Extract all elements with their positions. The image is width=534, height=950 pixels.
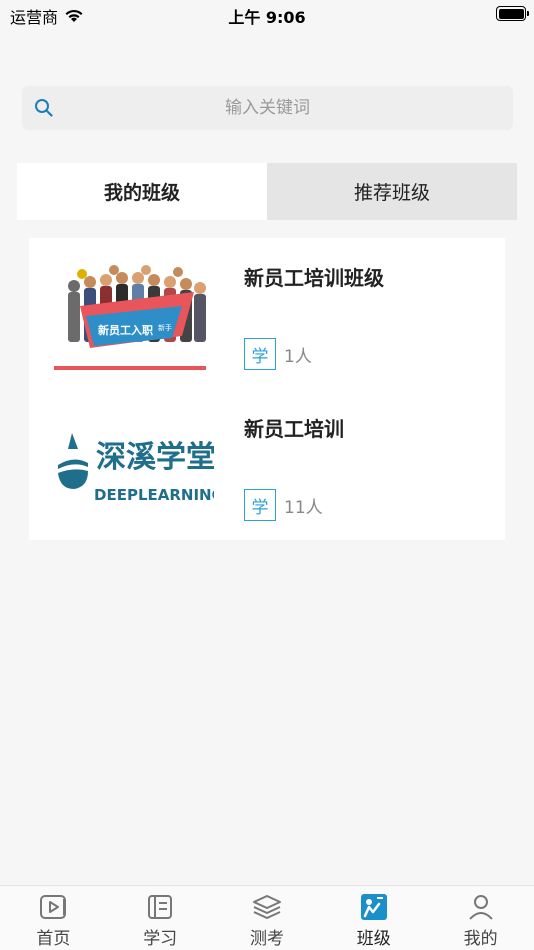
status-bar: 运营商 上午 9:06 bbox=[0, 0, 534, 28]
tabbar-label: 我的 bbox=[463, 929, 498, 949]
tabbar-item-exam[interactable]: 测考 bbox=[214, 886, 321, 950]
logo-text-cn: 深溪学堂 bbox=[96, 440, 214, 475]
tab-recommended-classes[interactable]: 推荐班级 bbox=[267, 163, 517, 220]
tabbar-item-class[interactable]: 班级 bbox=[320, 886, 427, 950]
tabbar-label: 首页 bbox=[36, 929, 71, 949]
study-badge: 学 bbox=[244, 489, 276, 521]
tabbar-label: 班级 bbox=[356, 929, 391, 949]
class-thumbnail: 深溪学堂 DEEPLEARNING bbox=[54, 407, 214, 523]
member-count: 11人 bbox=[284, 497, 323, 518]
exam-icon bbox=[251, 892, 283, 922]
tabbar-item-profile[interactable]: 我的 bbox=[427, 886, 534, 950]
list-item[interactable]: 新员工入职 新手 新员工培训班级 学 1人 bbox=[29, 238, 505, 389]
tabbar-label: 学习 bbox=[143, 929, 178, 949]
tabbar-item-home[interactable]: 首页 bbox=[0, 886, 107, 950]
search-icon[interactable] bbox=[34, 98, 54, 118]
deeplearning-logo: 深溪学堂 DEEPLEARNING bbox=[54, 407, 214, 523]
home-icon bbox=[37, 892, 69, 922]
study-icon bbox=[144, 892, 176, 922]
class-title: 新员工培训班级 bbox=[244, 266, 384, 290]
search-bar[interactable] bbox=[22, 86, 513, 130]
tab-my-classes[interactable]: 我的班级 bbox=[17, 163, 267, 220]
logo-text-en: DEEPLEARNING bbox=[94, 486, 214, 504]
profile-icon bbox=[465, 892, 497, 922]
class-tabs: 我的班级 推荐班级 bbox=[17, 163, 517, 220]
class-list: 新员工入职 新手 新员工培训班级 学 1人 深溪学堂 DEEPLEARNING … bbox=[29, 238, 505, 540]
clock: 上午 9:06 bbox=[228, 8, 306, 27]
class-thumbnail: 新员工入职 新手 bbox=[54, 256, 214, 372]
banner-text: 新员工入职 bbox=[98, 323, 153, 337]
class-meta: 学 11人 bbox=[244, 489, 323, 521]
team-photo-image: 新员工入职 新手 bbox=[54, 256, 214, 372]
member-count: 1人 bbox=[284, 346, 312, 367]
bottom-tab-bar: 首页 学习 测考 班级 我的 bbox=[0, 885, 534, 950]
battery-icon bbox=[496, 6, 529, 21]
battery-level bbox=[498, 8, 524, 19]
class-icon bbox=[358, 892, 390, 922]
study-badge: 学 bbox=[244, 338, 276, 370]
list-item[interactable]: 深溪学堂 DEEPLEARNING 新员工培训 学 11人 bbox=[29, 389, 505, 540]
class-meta: 学 1人 bbox=[244, 338, 312, 370]
tabbar-item-study[interactable]: 学习 bbox=[107, 886, 214, 950]
search-input[interactable] bbox=[22, 86, 513, 130]
banner-subtext: 新手 bbox=[158, 323, 172, 332]
tabbar-label: 测考 bbox=[249, 929, 284, 949]
class-title: 新员工培训 bbox=[244, 417, 344, 441]
